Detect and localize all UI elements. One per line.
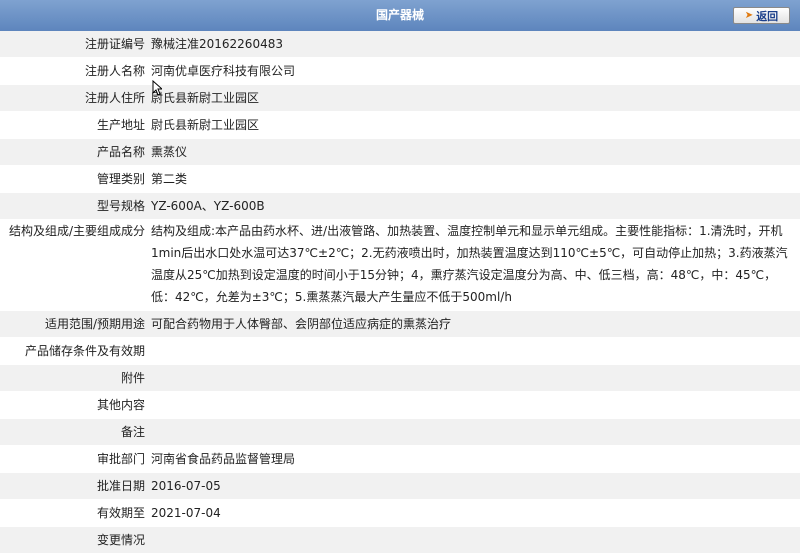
table-row: 型号规格 YZ-600A、YZ-600B xyxy=(0,193,800,220)
table-row: 附件 xyxy=(0,365,800,392)
table-row: 适用范围/预期用途 可配合药物用于人体臀部、会阴部位适应病症的熏蒸治疗 xyxy=(0,311,800,338)
table-row: 注册证编号 豫械注准20162260483 xyxy=(0,31,800,58)
table-row: 批准日期 2016-07-05 xyxy=(0,473,800,500)
row-value: 第二类 xyxy=(151,172,188,186)
row-value xyxy=(149,338,800,364)
row-value: 尉氏县新尉工业园区 xyxy=(151,118,260,132)
row-label: 其他内容 xyxy=(96,398,145,412)
back-button-label: 返回 xyxy=(756,9,779,23)
detail-table: 注册证编号 豫械注准20162260483 注册人名称 河南优卓医疗科技有限公司 注… xyxy=(0,31,800,554)
table-row: 产品名称 熏蒸仪 xyxy=(0,139,800,166)
row-label: 生产地址 xyxy=(96,118,145,132)
row-label: 变更情况 xyxy=(96,533,145,547)
row-value: 2021-07-04 xyxy=(151,506,221,520)
row-value: 可配合药物用于人体臀部、会阴部位适应病症的熏蒸治疗 xyxy=(151,317,452,331)
table-row: 备注 xyxy=(0,419,800,446)
row-label: 审批部门 xyxy=(96,452,145,466)
row-value: YZ-600A、YZ-600B xyxy=(151,199,265,213)
row-value xyxy=(149,392,800,418)
row-label: 附件 xyxy=(120,371,145,385)
table-row: 其他内容 xyxy=(0,392,800,419)
table-row: 有效期至 2021-07-04 xyxy=(0,500,800,527)
row-label: 注册人住所 xyxy=(84,91,145,105)
table-row: 审批部门 河南省食品药品监督管理局 xyxy=(0,446,800,473)
row-label: 注册人名称 xyxy=(84,64,145,78)
row-label: 备注 xyxy=(120,425,145,439)
row-value: 尉氏县新尉工业园区 xyxy=(151,91,260,105)
header-bar: 国产器械 ➤ 返回 xyxy=(0,0,800,32)
row-value: 河南优卓医疗科技有限公司 xyxy=(151,64,296,78)
table-row: 注册人住所 尉氏县新尉工业园区 xyxy=(0,85,800,112)
table-row: 变更情况 xyxy=(0,527,800,554)
row-label: 管理类别 xyxy=(96,172,145,186)
row-value: 豫械注准20162260483 xyxy=(151,37,283,51)
row-value: 结构及组成:本产品由药水杯、进/出液管路、加热装置、温度控制单元和显示单元组成。… xyxy=(151,224,788,304)
row-label: 注册证编号 xyxy=(84,37,145,51)
row-label: 产品储存条件及有效期 xyxy=(24,344,145,358)
row-label: 适用范围/预期用途 xyxy=(44,317,145,331)
row-label: 结构及组成/主要组成成分 xyxy=(8,224,145,238)
back-button[interactable]: ➤ 返回 xyxy=(733,7,790,24)
page-title: 国产器械 xyxy=(375,8,424,22)
row-label: 型号规格 xyxy=(96,199,145,213)
table-row: 结构及组成/主要组成成分 结构及组成:本产品由药水杯、进/出液管路、加热装置、温度… xyxy=(0,220,800,311)
mouse-cursor-icon xyxy=(152,80,162,96)
row-value: 熏蒸仪 xyxy=(151,145,188,159)
table-row: 生产地址 尉氏县新尉工业园区 xyxy=(0,112,800,139)
row-value xyxy=(149,365,800,391)
row-label: 产品名称 xyxy=(96,145,145,159)
row-value xyxy=(149,419,800,445)
row-value: 河南省食品药品监督管理局 xyxy=(151,452,296,466)
table-row: 产品储存条件及有效期 xyxy=(0,338,800,365)
row-label: 批准日期 xyxy=(96,479,145,493)
row-value xyxy=(149,527,800,553)
arrow-right-icon: ➤ xyxy=(744,10,754,21)
table-row: 注册人名称 河南优卓医疗科技有限公司 xyxy=(0,58,800,85)
row-label: 有效期至 xyxy=(96,506,145,520)
row-value: 2016-07-05 xyxy=(151,479,221,493)
table-row: 管理类别 第二类 xyxy=(0,166,800,193)
